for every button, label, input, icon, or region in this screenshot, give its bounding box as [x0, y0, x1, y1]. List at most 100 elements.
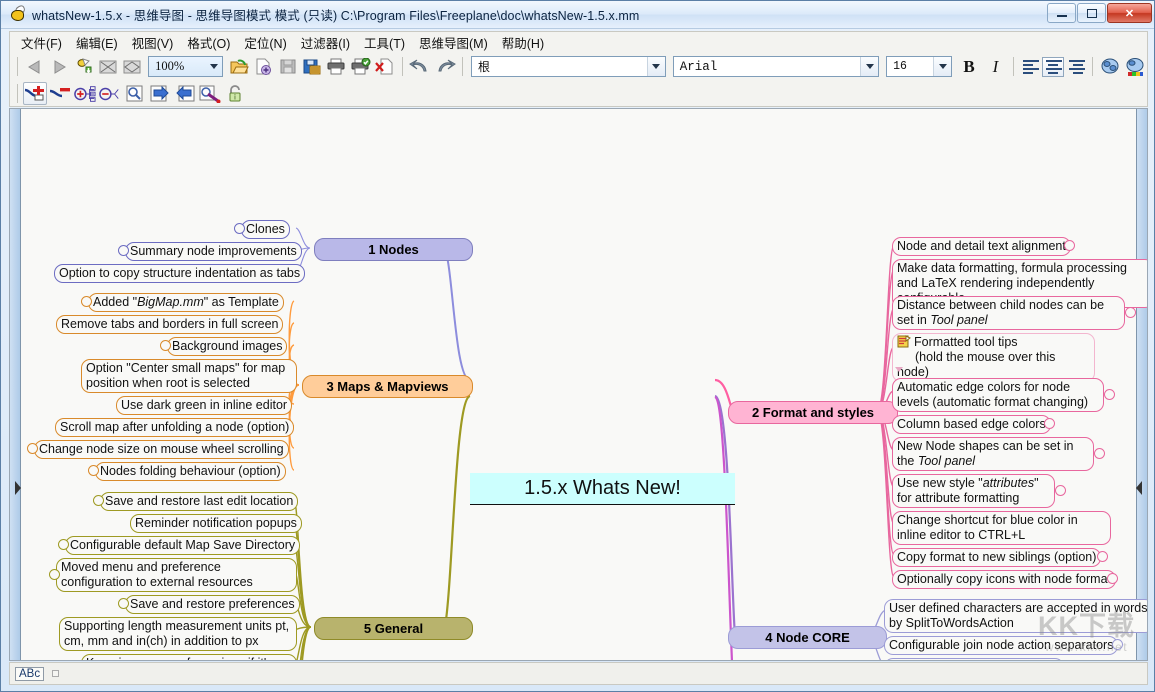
leaf-node-split-to-words[interactable]: User defined characters are accepted in …	[884, 599, 1148, 633]
font-size-combo[interactable]: 16	[886, 56, 952, 77]
node-fold-indicator-icon[interactable]	[895, 367, 903, 372]
leaf-node-new-node-shapes[interactable]: New Node shapes can be set in the Tool p…	[892, 437, 1094, 471]
leaf-node-background-images[interactable]: Background images	[167, 337, 287, 356]
leaf-node-text-alignment[interactable]: Node and detail text alignment	[892, 237, 1071, 256]
chevron-down-icon[interactable]	[860, 57, 878, 76]
forward-icon[interactable]	[47, 55, 70, 78]
branch-node-2-format[interactable]: 2 Format and styles	[728, 401, 898, 424]
leaf-node-clones[interactable]: Clones	[241, 220, 290, 239]
branch-node-5-general[interactable]: 5 General	[314, 617, 473, 640]
align-left-button[interactable]	[1019, 57, 1041, 77]
back-icon[interactable]	[23, 55, 46, 78]
leaf-node-remove-tabs[interactable]: Remove tabs and borders in full screen	[56, 315, 283, 334]
leaf-node-default-save-directory[interactable]: Configurable default Map Save Directory	[65, 536, 300, 555]
move-left-icon[interactable]	[173, 82, 197, 105]
align-center-button[interactable]	[1042, 57, 1064, 77]
leaf-node-attributes-style[interactable]: Use new style "attributes" for attribute…	[892, 474, 1055, 508]
font-size-value: 16	[887, 60, 933, 73]
branch-node-4-node-core[interactable]: 4 Node CORE	[728, 626, 887, 649]
leaf-node-folding-behaviour[interactable]: Nodes folding behaviour (option)	[95, 462, 286, 481]
leaf-node-summary-improvements[interactable]: Summary node improvements	[125, 242, 302, 261]
node-bullet-icon	[118, 245, 129, 256]
leaf-node-copy-icons-format[interactable]: Optionally copy icons with node format	[892, 570, 1116, 589]
mindmap-canvas[interactable]: 1.5.x Whats New! 1 Nodes 3 Maps & Mapvie…	[9, 108, 1148, 661]
font-family-combo[interactable]: Arial	[673, 56, 879, 77]
menu-bar: 文件(F) 编辑(E) 视图(V) 格式(O) 定位(N) 过滤器(I) 工具(…	[9, 31, 1148, 53]
menu-view[interactable]: 视图(V)	[125, 31, 181, 54]
left-collapse-arrow-icon[interactable]	[15, 481, 21, 495]
menu-format[interactable]: 格式(O)	[180, 31, 237, 54]
leaf-node-automatic-edge-colors[interactable]: Automatic edge colors for node levels (a…	[892, 378, 1104, 412]
close-button[interactable]: ✕	[1107, 3, 1152, 23]
fold-all-icon[interactable]	[96, 55, 119, 78]
zoom-combo[interactable]: 100%	[148, 56, 223, 77]
undo-icon[interactable]	[408, 55, 432, 78]
leaf-label: Configurable default Map Save Directory	[70, 538, 295, 552]
leaf-node-column-edge-colors[interactable]: Column based edge colors	[892, 415, 1051, 434]
leaf-node-child-node-distance[interactable]: Distance between child nodes can be set …	[892, 296, 1125, 330]
spellcheck-toggle[interactable]: ABc	[15, 667, 44, 681]
leaf-node-keep-icon-name[interactable]: Keep icon name of user icon if it's not …	[81, 654, 297, 661]
delete-node-icon[interactable]	[48, 82, 72, 105]
maximize-button[interactable]	[1077, 3, 1106, 23]
leaf-node-node-size-wheel[interactable]: Change node size on mouse wheel scrollin…	[34, 440, 289, 459]
italic-button[interactable]: I	[983, 55, 1008, 78]
zoom-in-node-icon[interactable]	[73, 82, 97, 105]
node-bullet-icon	[58, 539, 69, 550]
new-map-icon[interactable]	[252, 55, 275, 78]
save-as-icon[interactable]	[300, 55, 323, 78]
minimize-button[interactable]	[1047, 3, 1076, 23]
leaf-node-join-separators[interactable]: Configurable join node action separators	[884, 636, 1118, 655]
leaf-node-center-small-maps[interactable]: Option "Center small maps" for map posit…	[81, 359, 297, 393]
find-icon[interactable]	[123, 82, 147, 105]
menu-help[interactable]: 帮助(H)	[495, 31, 551, 54]
menu-file[interactable]: 文件(F)	[14, 31, 69, 54]
menu-navigate[interactable]: 定位(N)	[237, 31, 293, 54]
menu-filter[interactable]: 过滤器(I)	[294, 31, 357, 54]
chevron-down-icon[interactable]	[933, 57, 951, 76]
menu-mindmap[interactable]: 思维导图(M)	[412, 31, 495, 54]
leaf-label: Supporting length measurement units pt, …	[64, 619, 289, 648]
zoom-out-node-icon[interactable]	[98, 82, 122, 105]
open-map-icon[interactable]	[227, 55, 250, 78]
leaf-node-scroll-after-unfold[interactable]: Scroll map after unfolding a node (optio…	[55, 418, 294, 437]
export-image-icon[interactable]	[72, 55, 95, 78]
print-preview-icon[interactable]	[349, 55, 372, 78]
new-child-node-icon[interactable]	[23, 82, 47, 105]
redo-icon[interactable]	[433, 55, 457, 78]
leaf-node-moved-menu-config[interactable]: Moved menu and preference configuration …	[56, 558, 297, 592]
leaf-label: Save and restore last edit location	[105, 494, 293, 508]
leaf-node-formatted-tool-tips[interactable]: Formatted tool tips(hold the mouse over …	[892, 333, 1095, 382]
leaf-node-length-units[interactable]: Supporting length measurement units pt, …	[59, 617, 297, 651]
leaf-node-bigmap-template[interactable]: Added "BigMap.mm" as Template	[88, 293, 284, 312]
node-background-color-icon[interactable]	[1123, 55, 1147, 78]
leaf-node-save-restore-preferences[interactable]: Save and restore preferences	[125, 595, 300, 614]
leaf-node-blue-color-shortcut[interactable]: Change shortcut for blue color in inline…	[892, 511, 1111, 545]
edit-node-icon[interactable]	[198, 82, 222, 105]
root-node[interactable]: 1.5.x Whats New!	[470, 473, 735, 505]
node-color-icon[interactable]	[1098, 55, 1122, 78]
leaf-label: Node and detail text alignment	[897, 239, 1066, 253]
branch-node-1-nodes[interactable]: 1 Nodes	[314, 238, 473, 261]
leaf-node-reminder-popups[interactable]: Reminder notification popups	[130, 514, 302, 533]
move-right-icon[interactable]	[148, 82, 172, 105]
lock-icon[interactable]: i	[223, 82, 247, 105]
leaf-node-copy-indentation[interactable]: Option to copy structure indentation as …	[54, 264, 305, 283]
chevron-down-icon[interactable]	[205, 57, 222, 76]
close-map-icon[interactable]	[374, 55, 397, 78]
menu-tools[interactable]: 工具(T)	[357, 31, 412, 54]
node-style-combo[interactable]: 根	[471, 56, 666, 77]
chevron-down-icon[interactable]	[647, 57, 665, 76]
leaf-node-dark-green-editor[interactable]: Use dark green in inline editor	[116, 396, 292, 415]
branch-node-3-maps[interactable]: 3 Maps & Mapviews	[302, 375, 473, 398]
leaf-node-copy-format-siblings[interactable]: Copy format to new siblings (option)	[892, 548, 1101, 567]
align-right-button[interactable]	[1065, 57, 1087, 77]
leaf-node-join-non-siblings[interactable]: Allow joining non sibling nodes	[884, 658, 1064, 661]
print-icon[interactable]	[325, 55, 348, 78]
right-collapse-arrow-icon[interactable]	[1136, 481, 1142, 495]
unfold-all-icon[interactable]	[121, 55, 144, 78]
bold-button[interactable]: B	[956, 55, 981, 78]
leaf-node-last-edit-location[interactable]: Save and restore last edit location	[100, 492, 298, 511]
menu-edit[interactable]: 编辑(E)	[69, 31, 125, 54]
save-icon[interactable]	[276, 55, 299, 78]
